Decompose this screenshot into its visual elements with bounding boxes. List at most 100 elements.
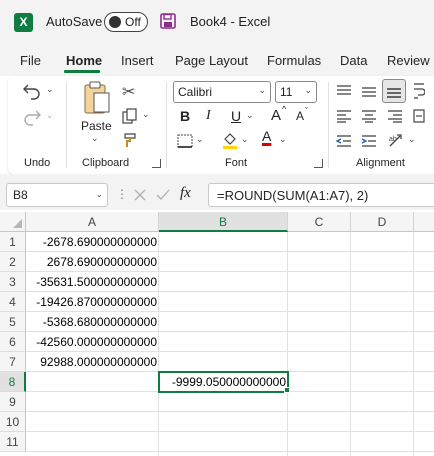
font-size-select[interactable]: 11 ⌄ (275, 81, 317, 103)
row-header-11[interactable]: 11 (0, 432, 26, 452)
column-header-d[interactable]: D (351, 212, 414, 232)
ribbon-home: ⌄ ⌄ Undo Paste ⌄ ✂ ⌄ Clipboard Calibri ⌄… (8, 76, 434, 174)
copy-dropdown-chevron-icon[interactable]: ⌄ (142, 109, 150, 120)
font-color-icon[interactable]: A (262, 128, 271, 144)
gridline (287, 232, 288, 456)
borders-dropdown-chevron-icon[interactable]: ⌄ (196, 134, 204, 145)
grow-font-button[interactable]: A (271, 107, 281, 124)
fill-color-dropdown-chevron-icon[interactable]: ⌄ (241, 134, 249, 145)
active-tab-indicator (64, 70, 100, 73)
save-icon[interactable] (160, 13, 176, 29)
row-header-2[interactable]: 2 (0, 252, 26, 272)
gridline (158, 232, 159, 456)
fill-color-icon[interactable] (221, 131, 239, 149)
row-header-5[interactable]: 5 (0, 312, 26, 332)
undo-icon[interactable] (22, 82, 44, 100)
paste-dropdown-chevron-icon[interactable]: ⌄ (91, 133, 99, 144)
paste-label[interactable]: Paste (81, 119, 112, 133)
gridline (350, 232, 351, 456)
cancel-formula-icon[interactable] (133, 188, 147, 202)
borders-icon[interactable] (177, 134, 193, 148)
column-header-c[interactable]: C (288, 212, 351, 232)
tab-file[interactable]: File (20, 53, 41, 68)
column-header-a[interactable]: A (26, 212, 159, 232)
top-align-icon[interactable] (336, 84, 352, 98)
cell-a1[interactable]: -2678.690000000000 (26, 232, 157, 252)
gridline (413, 232, 414, 456)
group-divider (66, 82, 67, 168)
shrink-font-button[interactable]: A (296, 109, 304, 123)
cell-a4[interactable]: -19426.870000000000 (26, 292, 157, 312)
underline-button[interactable]: U (231, 108, 241, 124)
italic-button[interactable]: I (206, 108, 211, 124)
row-header-4[interactable]: 4 (0, 292, 26, 312)
redo-dropdown-chevron-icon[interactable]: ⌄ (46, 110, 54, 121)
paste-icon[interactable] (82, 80, 112, 116)
clipboard-launcher-icon[interactable] (152, 159, 161, 168)
autosave-label: AutoSave (46, 14, 103, 29)
underline-dropdown-chevron-icon[interactable]: ⌄ (246, 110, 254, 121)
column-header-b[interactable]: B (159, 212, 288, 232)
bottom-align-button[interactable] (382, 79, 406, 103)
row-header-8[interactable]: 8 (0, 372, 26, 392)
tab-insert[interactable]: Insert (121, 53, 154, 68)
row-header-10[interactable]: 10 (0, 412, 26, 432)
decrease-indent-icon[interactable] (336, 134, 352, 148)
title-bar: X AutoSave Off Book4 - Excel (0, 0, 434, 44)
group-divider (328, 82, 329, 168)
row-header-7[interactable]: 7 (0, 352, 26, 372)
row-header-9[interactable]: 9 (0, 392, 26, 412)
align-center-icon[interactable] (361, 109, 377, 123)
formula-input[interactable]: =ROUND(SUM(A1:A7), 2) (208, 183, 434, 207)
orientation-icon[interactable]: ab (388, 132, 406, 148)
tab-review[interactable]: Review (387, 53, 430, 68)
font-launcher-icon[interactable] (314, 159, 323, 168)
cell-a5[interactable]: -5368.680000000000 (26, 312, 157, 332)
tab-page-layout[interactable]: Page Layout (175, 53, 248, 68)
chevron-down-icon: ⌄ (258, 85, 266, 95)
tab-formulas[interactable]: Formulas (267, 53, 321, 68)
format-painter-icon[interactable] (122, 132, 138, 148)
tab-home[interactable]: Home (66, 53, 102, 68)
undo-dropdown-chevron-icon[interactable]: ⌄ (46, 84, 54, 95)
tab-data[interactable]: Data (340, 53, 367, 68)
orientation-dropdown-chevron-icon[interactable]: ⌄ (408, 134, 416, 145)
merge-center-icon[interactable] (413, 109, 425, 123)
clipboard-group-label: Clipboard (82, 157, 130, 169)
increase-indent-icon[interactable] (361, 134, 377, 148)
cell-a6[interactable]: -42560.000000000000 (26, 332, 157, 352)
alignment-group-label: Alignment (356, 157, 405, 169)
row-header-6[interactable]: 6 (0, 332, 26, 352)
row-header-1[interactable]: 1 (0, 232, 26, 252)
cell-a3[interactable]: -35631.500000000000 (26, 272, 157, 292)
redo-icon[interactable] (22, 108, 44, 126)
name-box-value: B8 (13, 188, 28, 202)
cell-a2[interactable]: 2678.690000000000 (26, 252, 157, 272)
column-header-e[interactable] (414, 212, 434, 232)
row-header-3[interactable]: 3 (0, 272, 26, 292)
middle-align-icon[interactable] (361, 84, 377, 98)
name-box[interactable]: B8 ⌄ (6, 183, 108, 207)
bold-button[interactable]: B (180, 108, 190, 124)
svg-text:ab: ab (389, 136, 397, 143)
align-right-icon[interactable] (387, 109, 403, 123)
enter-formula-icon[interactable] (156, 188, 170, 202)
wrap-text-icon[interactable] (413, 82, 425, 100)
gridline (26, 431, 434, 432)
more-options-icon[interactable]: ⋮ (116, 187, 128, 201)
align-left-icon[interactable] (336, 109, 352, 123)
bottom-align-icon (387, 88, 401, 98)
cell-a7[interactable]: 92988.000000000000 (26, 352, 157, 372)
font-color-dropdown-chevron-icon[interactable]: ⌄ (279, 134, 287, 145)
font-name-value: Calibri (178, 85, 213, 99)
copy-icon[interactable] (122, 108, 138, 124)
font-name-select[interactable]: Calibri ⌄ (173, 81, 271, 103)
select-all-button[interactable] (0, 212, 26, 232)
insert-function-icon[interactable]: fx (180, 185, 191, 202)
font-size-value: 11 (280, 85, 293, 99)
select-all-icon (13, 219, 22, 228)
cut-icon[interactable]: ✂ (122, 82, 135, 102)
font-group-label: Font (225, 157, 248, 169)
autosave-toggle[interactable]: Off (104, 12, 148, 32)
fill-handle[interactable] (284, 387, 290, 393)
